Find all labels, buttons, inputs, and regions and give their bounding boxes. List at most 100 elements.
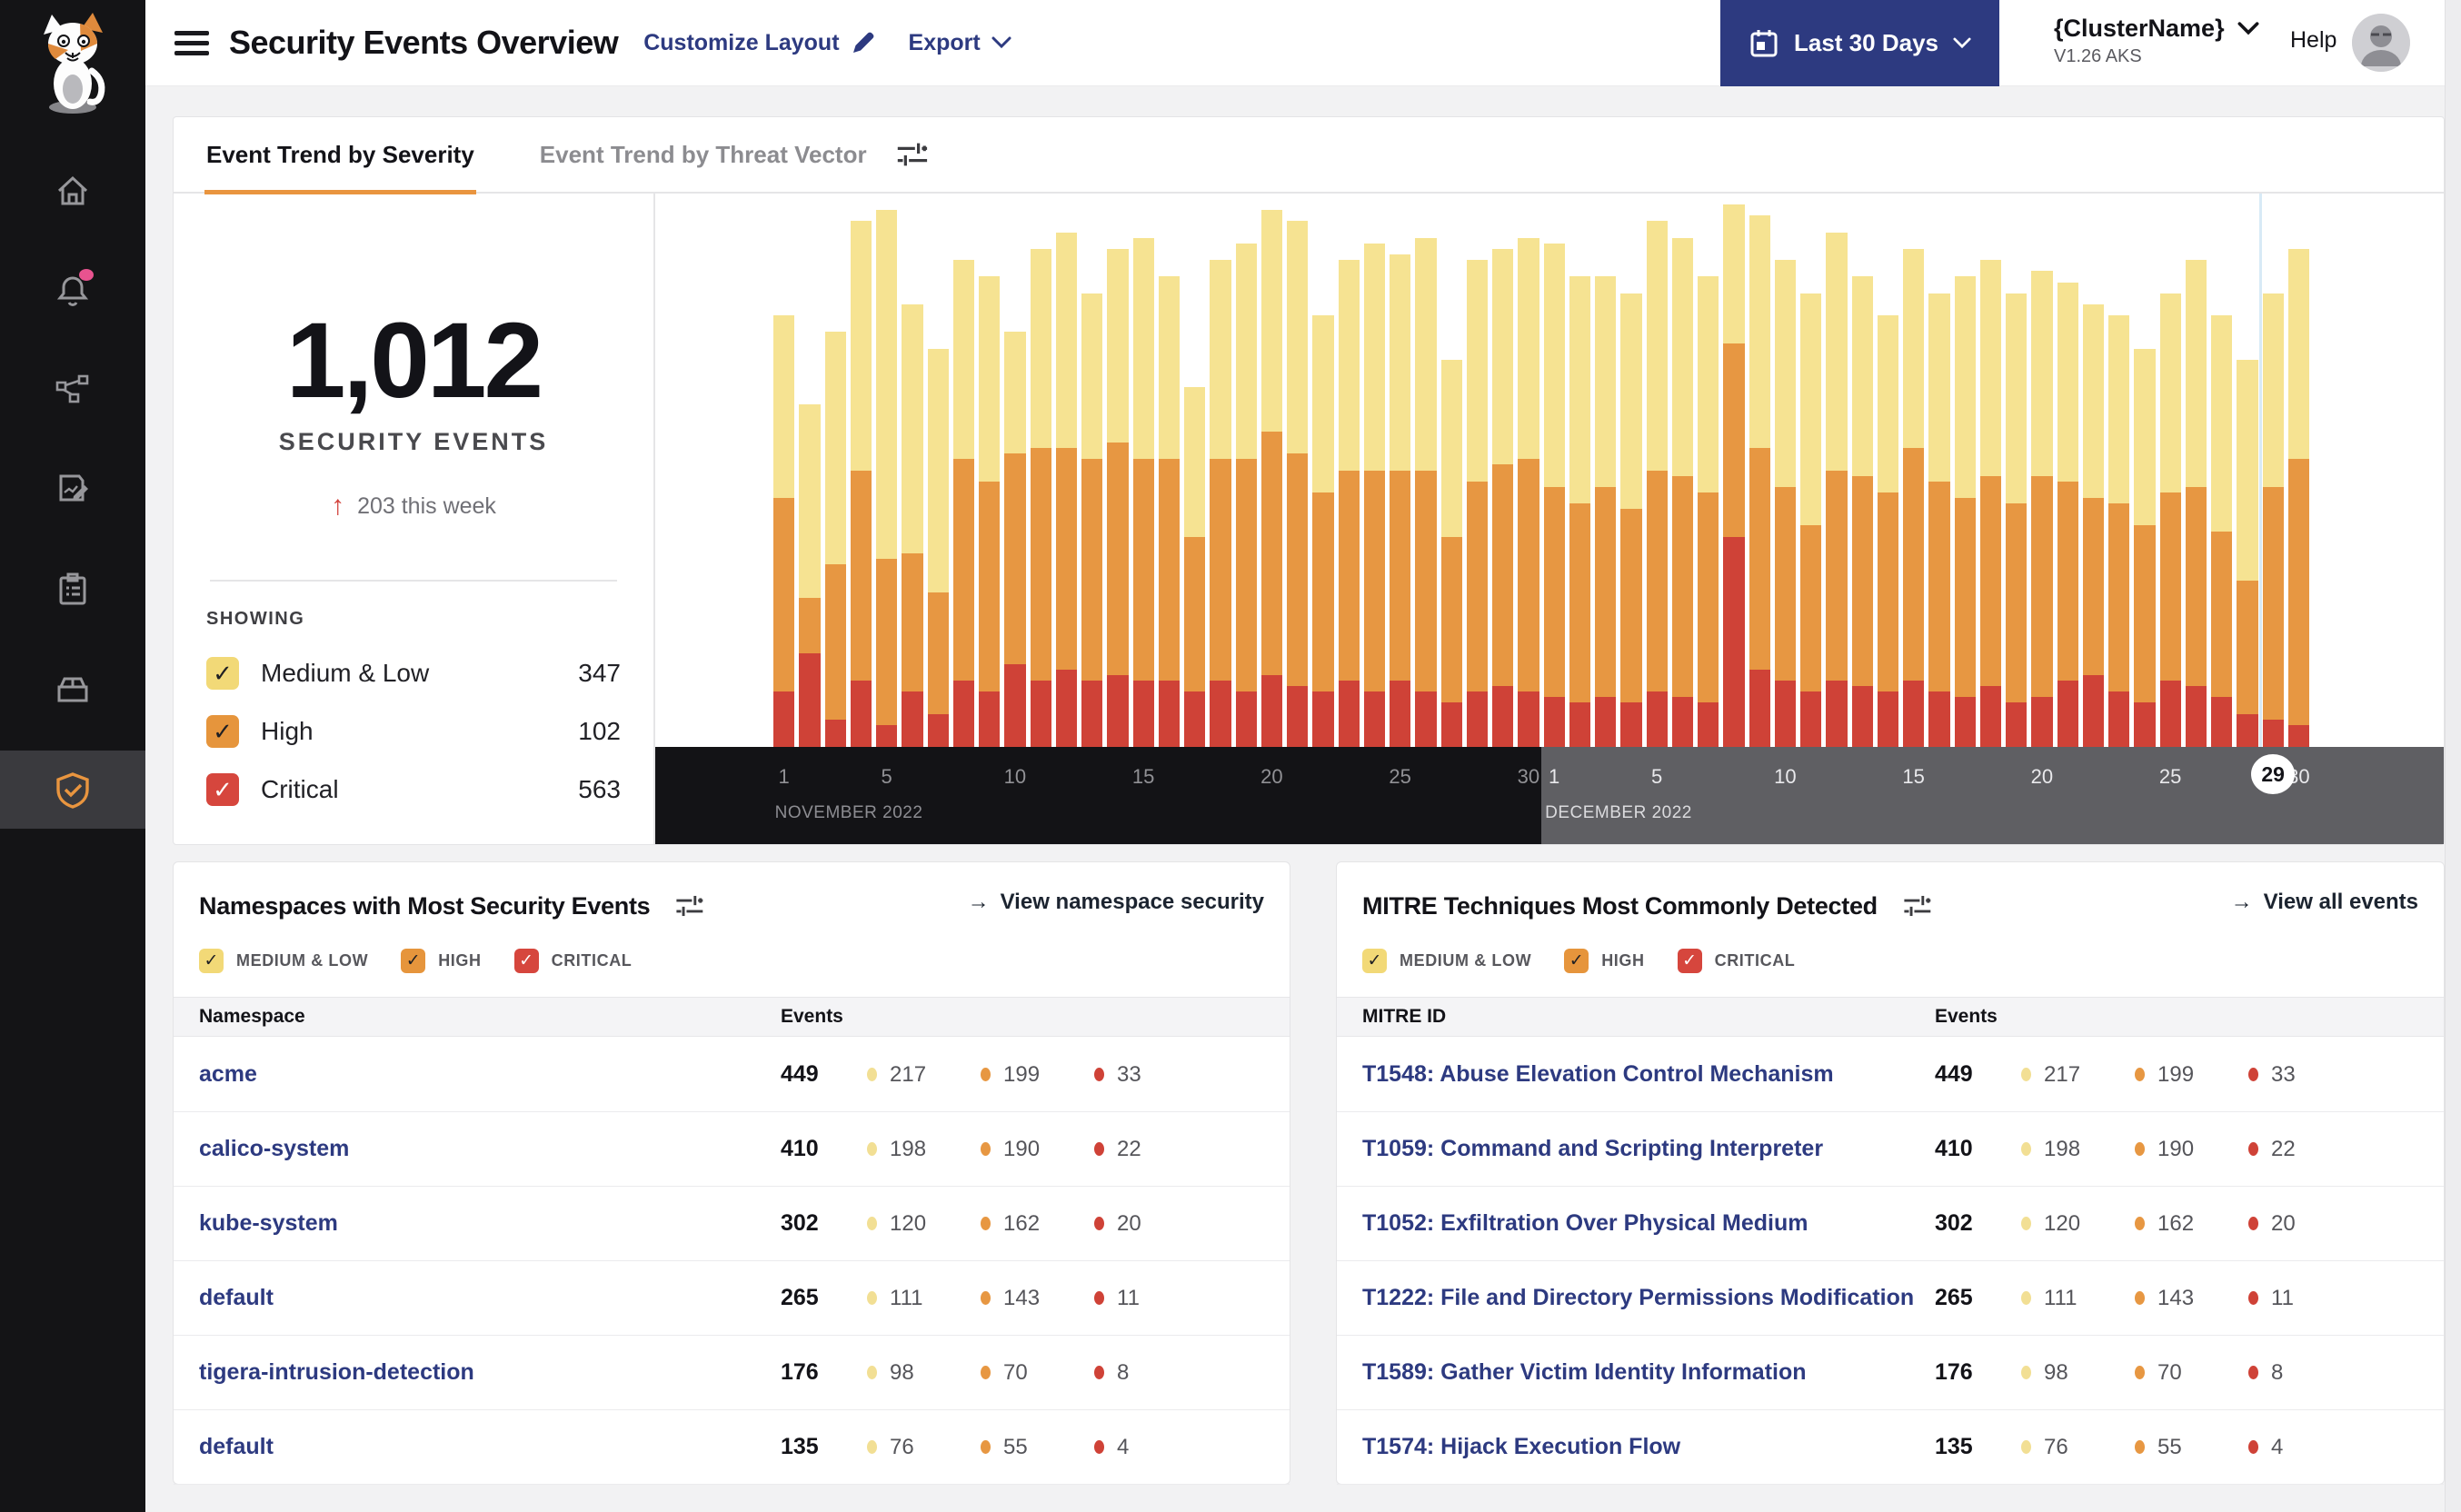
namespace-link[interactable]: default: [174, 1434, 781, 1460]
namespace-link[interactable]: calico-system: [174, 1136, 781, 1162]
mitre-technique-link[interactable]: T1589: Gather Victim Identity Informatio…: [1337, 1359, 1935, 1386]
stacked-bar-day-nov-25[interactable]: [1390, 194, 1411, 747]
page-scrollbar[interactable]: [2445, 0, 2461, 1512]
stacked-bar-day-nov-19[interactable]: [1235, 194, 1257, 747]
sidebar-item-image-assurance[interactable]: [0, 651, 145, 729]
mitre-technique-link[interactable]: T1574: Hijack Execution Flow: [1337, 1434, 1935, 1460]
namespace-link[interactable]: default: [174, 1285, 781, 1311]
stacked-bar-day-nov-3[interactable]: [824, 194, 846, 747]
stacked-bar-day-dec-19[interactable]: [2006, 194, 2028, 747]
critical-checkbox[interactable]: ✓: [513, 948, 539, 973]
stacked-bar-day-dec-18[interactable]: [1979, 194, 2001, 747]
stacked-bar-day-nov-16[interactable]: [1158, 194, 1180, 747]
sidebar-item-threat-defense[interactable]: [0, 751, 145, 829]
stacked-bar-day-dec-12[interactable]: [1826, 194, 1848, 747]
stacked-bar-day-dec-2[interactable]: [1569, 194, 1590, 747]
stacked-bar-day-dec-26[interactable]: [2185, 194, 2207, 747]
namespace-link[interactable]: acme: [174, 1061, 781, 1088]
export-button[interactable]: Export: [909, 30, 1011, 56]
cluster-selector[interactable]: {ClusterName} V1.26 AKS: [2054, 15, 2259, 67]
sidebar-item-alerts[interactable]: [0, 251, 145, 329]
stacked-bar-day-dec-1[interactable]: [1543, 194, 1565, 747]
sidebar-item-service-graph[interactable]: [0, 351, 145, 429]
stacked-bar-day-dec-23[interactable]: [2108, 194, 2130, 747]
stacked-bar-day-nov-8[interactable]: [952, 194, 974, 747]
stacked-bar-day-nov-18[interactable]: [1210, 194, 1231, 747]
filter-settings-icon[interactable]: [1901, 890, 1932, 921]
stacked-bar-day-nov-2[interactable]: [799, 194, 821, 747]
stacked-bar-day-nov-15[interactable]: [1132, 194, 1154, 747]
stacked-bar-day-nov-21[interactable]: [1287, 194, 1309, 747]
stacked-bar-day-dec-16[interactable]: [1928, 194, 1950, 747]
critical-filter-chip[interactable]: ✓ CRITICAL: [513, 948, 633, 973]
stacked-bar-day-nov-22[interactable]: [1312, 194, 1334, 747]
stacked-bar-day-dec-3[interactable]: [1595, 194, 1617, 747]
sidebar-item-compliance-reports[interactable]: [0, 551, 145, 629]
date-range-button[interactable]: Last 30 Days: [1720, 0, 1999, 86]
calico-cat-logo[interactable]: [27, 11, 118, 116]
stacked-bar-day-nov-23[interactable]: [1338, 194, 1360, 747]
stacked-bar-day-dec-20[interactable]: [2031, 194, 2053, 747]
stacked-bar-day-dec-8[interactable]: [1723, 194, 1745, 747]
user-avatar[interactable]: [2352, 14, 2410, 72]
stacked-bar-day-nov-9[interactable]: [979, 194, 1001, 747]
stacked-bar-day-dec-24[interactable]: [2134, 194, 2156, 747]
mitre-technique-link[interactable]: T1059: Command and Scripting Interpreter: [1337, 1136, 1935, 1162]
selected-day-badge[interactable]: 29: [2251, 754, 2296, 794]
high-checkbox[interactable]: ✓: [206, 715, 239, 748]
stacked-bar-day-dec-11[interactable]: [1800, 194, 1822, 747]
high-filter-chip[interactable]: ✓ HIGH: [401, 948, 481, 973]
high-checkbox[interactable]: ✓: [1564, 948, 1589, 973]
stacked-bar-day-dec-27[interactable]: [2211, 194, 2233, 747]
stacked-bar-day-nov-26[interactable]: [1415, 194, 1437, 747]
customize-layout-button[interactable]: Customize Layout: [643, 30, 875, 56]
sidebar-item-home[interactable]: [0, 151, 145, 229]
stacked-bar-day-nov-27[interactable]: [1440, 194, 1462, 747]
stacked-bar-day-nov-4[interactable]: [850, 194, 872, 747]
stacked-bar-day-nov-5[interactable]: [876, 194, 898, 747]
stacked-bar-day-nov-20[interactable]: [1260, 194, 1282, 747]
hamburger-menu-icon[interactable]: [174, 25, 209, 61]
stacked-bar-day-nov-24[interactable]: [1363, 194, 1385, 747]
critical-filter-chip[interactable]: ✓ CRITICAL: [1677, 948, 1796, 973]
stacked-bar-day-dec-7[interactable]: [1698, 194, 1719, 747]
stacked-bar-day-nov-10[interactable]: [1004, 194, 1026, 747]
stacked-bar-day-dec-28[interactable]: [2237, 194, 2258, 747]
mitre-technique-link[interactable]: T1052: Exfiltration Over Physical Medium: [1337, 1210, 1935, 1237]
stacked-bar-day-dec-10[interactable]: [1774, 194, 1796, 747]
medium_low-filter-chip[interactable]: ✓ MEDIUM & LOW: [1362, 948, 1531, 973]
stacked-bar-day-nov-13[interactable]: [1081, 194, 1103, 747]
tab-event-trend-by-threat-vector[interactable]: Event Trend by Threat Vector: [507, 116, 900, 193]
stacked-bar-day-dec-29[interactable]: [2262, 194, 2284, 747]
stacked-bar-day-dec-5[interactable]: [1646, 194, 1668, 747]
stacked-bar-day-dec-25[interactable]: [2159, 194, 2181, 747]
critical-checkbox[interactable]: ✓: [1677, 948, 1702, 973]
help-link[interactable]: Help: [2290, 27, 2336, 54]
mitre-technique-link[interactable]: T1222: File and Directory Permissions Mo…: [1337, 1285, 1935, 1311]
mitre-technique-link[interactable]: T1548: Abuse Elevation Control Mechanism: [1337, 1061, 1935, 1088]
sidebar-item-policy-editor[interactable]: [0, 451, 145, 529]
high-filter-chip[interactable]: ✓ HIGH: [1564, 948, 1644, 973]
stacked-bar-day-nov-14[interactable]: [1107, 194, 1129, 747]
stacked-bar-day-nov-7[interactable]: [927, 194, 949, 747]
view-namespace-security-link[interactable]: → View namespace security: [968, 890, 1264, 915]
stacked-bar-day-dec-4[interactable]: [1620, 194, 1642, 747]
tab-event-trend-by-severity[interactable]: Event Trend by Severity: [174, 116, 507, 194]
stacked-bar-day-dec-21[interactable]: [2057, 194, 2078, 747]
stacked-bar-day-dec-13[interactable]: [1851, 194, 1873, 747]
stacked-bar-day-dec-15[interactable]: [1903, 194, 1925, 747]
stacked-bar-day-nov-6[interactable]: [902, 194, 923, 747]
namespace-link[interactable]: kube-system: [174, 1210, 781, 1237]
namespace-link[interactable]: tigera-intrusion-detection: [174, 1359, 781, 1386]
stacked-bar-day-dec-9[interactable]: [1749, 194, 1770, 747]
medium_low-checkbox[interactable]: ✓: [1362, 948, 1387, 973]
stacked-bar-day-dec-17[interactable]: [1954, 194, 1976, 747]
medium_low-checkbox[interactable]: ✓: [206, 657, 239, 690]
view-all-events-link[interactable]: → View all events: [2231, 890, 2418, 915]
stacked-bar-day-nov-28[interactable]: [1466, 194, 1488, 747]
medium_low-filter-chip[interactable]: ✓ MEDIUM & LOW: [199, 948, 368, 973]
medium_low-checkbox[interactable]: ✓: [199, 948, 224, 973]
stacked-bar-day-nov-30[interactable]: [1518, 194, 1539, 747]
high-checkbox[interactable]: ✓: [401, 948, 426, 973]
stacked-bar-day-dec-14[interactable]: [1877, 194, 1898, 747]
